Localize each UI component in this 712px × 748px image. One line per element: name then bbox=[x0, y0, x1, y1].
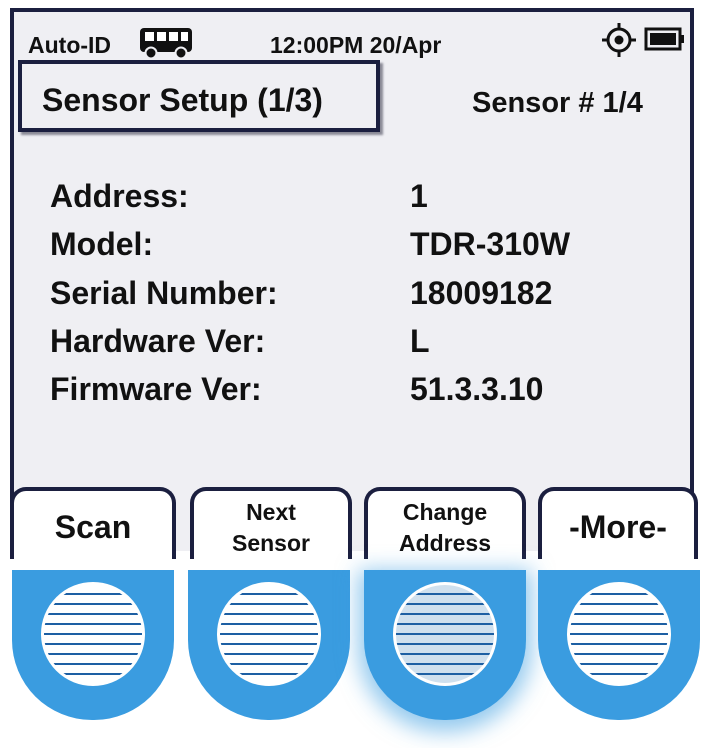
title-box: Sensor Setup (1/3) bbox=[18, 60, 380, 132]
softkey-next-sensor-line1: Next bbox=[246, 499, 296, 525]
model-label: Model: bbox=[50, 226, 154, 262]
model-value: TDR-310W bbox=[410, 226, 571, 262]
hardware-button-2[interactable] bbox=[188, 570, 350, 720]
speaker-grille-icon bbox=[567, 582, 671, 686]
firmware-ver-label: Firmware Ver: bbox=[50, 371, 262, 407]
clock: 12:00PM 20/Apr bbox=[270, 32, 442, 58]
softkey-more-label: -More- bbox=[569, 509, 667, 545]
softkey-scan[interactable]: Scan bbox=[10, 487, 176, 559]
softkey-scan-label: Scan bbox=[54, 509, 132, 545]
hardware-ver-label: Hardware Ver: bbox=[50, 323, 266, 359]
softkey-change-address-line1: Change bbox=[402, 499, 488, 525]
softkey-change-address[interactable]: Change Address bbox=[364, 487, 526, 559]
target-icon bbox=[600, 21, 638, 64]
serial-number-value: 18009182 bbox=[410, 275, 553, 311]
softkey-next-sensor[interactable]: Next Sensor bbox=[190, 487, 352, 559]
battery-icon bbox=[644, 26, 686, 57]
softkey-change-address-line2: Address bbox=[398, 530, 492, 556]
softkey-next-sensor-line2: Sensor bbox=[232, 530, 310, 556]
address-value: 1 bbox=[410, 178, 428, 214]
address-label: Address: bbox=[50, 178, 189, 214]
hardware-ver-value: L bbox=[410, 323, 430, 359]
speaker-grille-icon bbox=[217, 582, 321, 686]
hardware-button-4[interactable] bbox=[538, 570, 700, 720]
device-screen: Auto-ID 12:00PM 20/Apr Sensor Setup (1/3… bbox=[10, 8, 698, 559]
speaker-grille-icon bbox=[41, 582, 145, 686]
page-title: Sensor Setup (1/3) bbox=[42, 82, 323, 118]
firmware-ver-value: 51.3.3.10 bbox=[410, 371, 544, 407]
softkey-more[interactable]: -More- bbox=[538, 487, 698, 559]
hardware-button-3[interactable] bbox=[364, 570, 526, 720]
serial-number-label: Serial Number: bbox=[50, 275, 278, 311]
mode-indicator: Auto-ID bbox=[28, 32, 112, 58]
speaker-grille-icon bbox=[393, 582, 497, 686]
hardware-button-1[interactable] bbox=[12, 570, 174, 720]
sensor-number: Sensor # 1/4 bbox=[472, 87, 643, 119]
